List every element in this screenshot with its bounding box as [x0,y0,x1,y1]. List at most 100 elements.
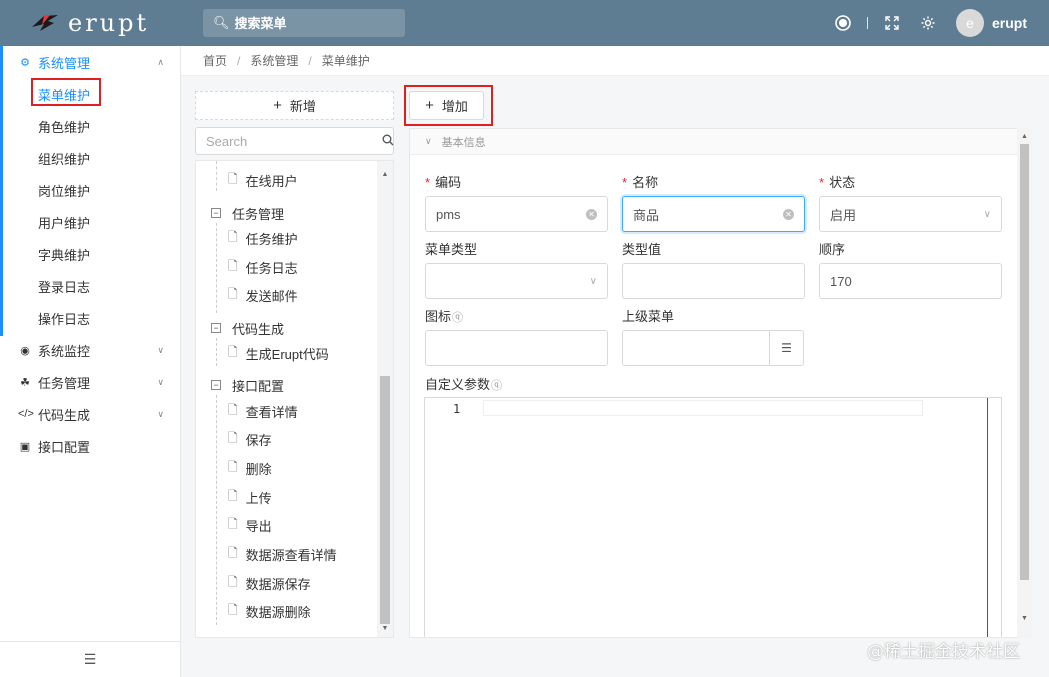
list-picker-icon[interactable]: ☰ [769,331,803,365]
tree-search[interactable] [195,127,394,155]
breadcrumb-home[interactable]: 首页 [203,52,227,69]
tree-node[interactable]: 🗋︎ 任务维护 [228,228,298,248]
order-field[interactable] [819,263,1002,299]
editor-current-line[interactable] [483,400,923,416]
file-icon: 🗋︎ [228,430,238,445]
username[interactable]: erupt [992,15,1027,31]
scroll-up-icon[interactable]: ▲ [1017,130,1032,142]
clear-icon[interactable]: ✕ [783,208,794,220]
sidebar-item-login-log[interactable]: 登录日志 [0,270,180,302]
tree-node[interactable]: 🗋︎ 数据源删除 [228,601,311,621]
question-circle-icon[interactable]: ⓠ [491,380,502,392]
sidebar-item-dict-maint[interactable]: 字典维护 [0,238,180,270]
tree-node-label: 代码生成 [232,321,285,337]
file-icon: 🗋︎ [228,459,238,474]
menu-search-input[interactable] [234,15,385,31]
tree-guide-line [216,395,217,625]
form-scrollbar[interactable]: ▲ ▼ [1017,128,1032,638]
tree-node-label: 删除 [245,461,272,477]
tree-guide-line [216,223,217,313]
sidebar-item-role-maint[interactable]: 角色维护 [0,110,180,142]
tree-node[interactable]: 🗋︎ 上传 [228,487,272,507]
name-input[interactable] [633,206,783,222]
sidebar-collapse-button[interactable]: ☰ [0,641,180,677]
sidebar-item-label: 登录日志 [38,279,91,295]
chevron-down-icon: ∨ [589,275,597,287]
label-code: * 编码 [425,172,461,191]
label-order: 顺序 [819,242,846,257]
sidebar-item-org-maint[interactable]: 组织维护 [0,142,180,174]
collapse-box-icon[interactable]: − [211,380,221,390]
type-value-field[interactable] [622,263,805,299]
sidebar-group-monitor[interactable]: ◉ 系统监控 ∨ [0,334,180,366]
tree-node-label: 任务日志 [245,260,298,276]
tree-node[interactable]: 🗋︎ 查看详情 [228,401,298,421]
tree-node[interactable]: 🗋︎ 任务日志 [228,257,298,277]
sidebar-item-label: 组织维护 [38,151,91,167]
params-code-editor[interactable]: 1 [424,397,1002,637]
scroll-down-icon[interactable]: ▼ [377,621,393,635]
tree-node[interactable]: 🗋︎ 导出 [228,515,272,535]
code-icon: </> [18,408,34,420]
icon-field[interactable] [425,330,608,366]
sidebar-group-codegen[interactable]: </> 代码生成 ∨ [0,398,180,430]
tree-node[interactable]: 🗋︎ 发送邮件 [228,285,298,305]
order-input[interactable] [830,273,991,289]
search-icon[interactable] [382,134,394,149]
parent-menu-field[interactable]: ☰ [622,330,804,366]
breadcrumb-system[interactable]: 系统管理 [250,52,298,69]
sidebar-item-user-maint[interactable]: 用户维护 [0,206,180,238]
editor-ruler [987,398,1001,637]
sidebar: ⚙︎ 系统管理 ∧ 菜单维护 角色维护 组织维护 岗位维护 用户维护 字典维护 … [0,46,181,677]
sidebar-group-task[interactable]: ☘︎ 任务管理 ∨ [0,366,180,398]
tree-node[interactable]: − 任务管理 [211,203,284,223]
name-field[interactable]: ✕ [622,196,805,232]
tree-node-label: 在线用户 [245,173,298,189]
scroll-down-icon[interactable]: ▼ [1017,612,1032,624]
tree-node[interactable]: 🗋︎ 在线用户 [228,170,298,190]
menu-type-select[interactable]: ∨ [425,263,608,299]
user-avatar[interactable]: e [956,9,984,37]
tree-node-label: 导出 [245,518,272,534]
fullscreen-icon[interactable] [874,0,910,46]
label-status: * 状态 [819,172,855,191]
collapse-box-icon[interactable]: − [211,208,221,218]
tree-node[interactable]: 🗋︎ 保存 [228,429,272,449]
sidebar-group-system-header[interactable]: ⚙︎ 系统管理 ∧ [0,46,180,78]
tree-search-input[interactable] [206,133,382,149]
sidebar-item-operation-log[interactable]: 操作日志 [0,302,180,334]
status-select[interactable]: 启用 ∨ [819,196,1002,232]
form-scroll-thumb[interactable] [1020,144,1029,580]
tree-node[interactable]: − 接口配置 [211,375,284,395]
record-icon[interactable] [825,0,861,46]
tree-node[interactable]: 🗋︎ 生成Erupt代码 [228,343,329,363]
sidebar-item-post-maint[interactable]: 岗位维护 [0,174,180,206]
tree-node[interactable]: 🗋︎ 数据源保存 [228,573,311,593]
code-field[interactable]: ✕ [425,196,608,232]
chevron-up-icon: ∧ [157,56,164,67]
tree-node[interactable]: 🗋︎ 删除 [228,458,272,478]
collapse-box-icon[interactable]: − [211,323,221,333]
sidebar-group-label: 代码生成 [38,407,91,423]
icon-input[interactable] [436,340,597,356]
chevron-down-icon: ∨ [157,344,164,355]
scroll-up-icon[interactable]: ▲ [377,167,393,181]
tree-scrollbar[interactable]: ▲ ▼ [377,161,393,637]
menu-search[interactable]: 🔍︎ [203,9,405,37]
tree-node[interactable]: − 代码生成 [211,318,284,338]
section-basic-info[interactable]: ∨ 基本信息 [410,129,1031,155]
sidebar-group-api[interactable]: ▣ 接口配置 [0,430,180,462]
type-value-input[interactable] [633,273,794,289]
breadcrumb-separator: / [308,53,312,68]
tree-node[interactable]: 🗋︎ 数据源查看详情 [228,544,337,564]
clear-icon[interactable]: ✕ [586,208,597,220]
question-circle-icon[interactable]: ⓠ [452,312,463,324]
tree-scroll-thumb[interactable] [380,376,390,624]
cube-icon: ▣ [19,440,31,453]
required-mark: * [819,175,825,190]
settings-gear-icon[interactable] [910,0,946,46]
breadcrumb-separator: / [237,53,241,68]
code-input[interactable] [436,206,586,222]
tree-add-button[interactable]: + 新增 [195,91,394,120]
logo[interactable]: erupt [0,0,181,46]
